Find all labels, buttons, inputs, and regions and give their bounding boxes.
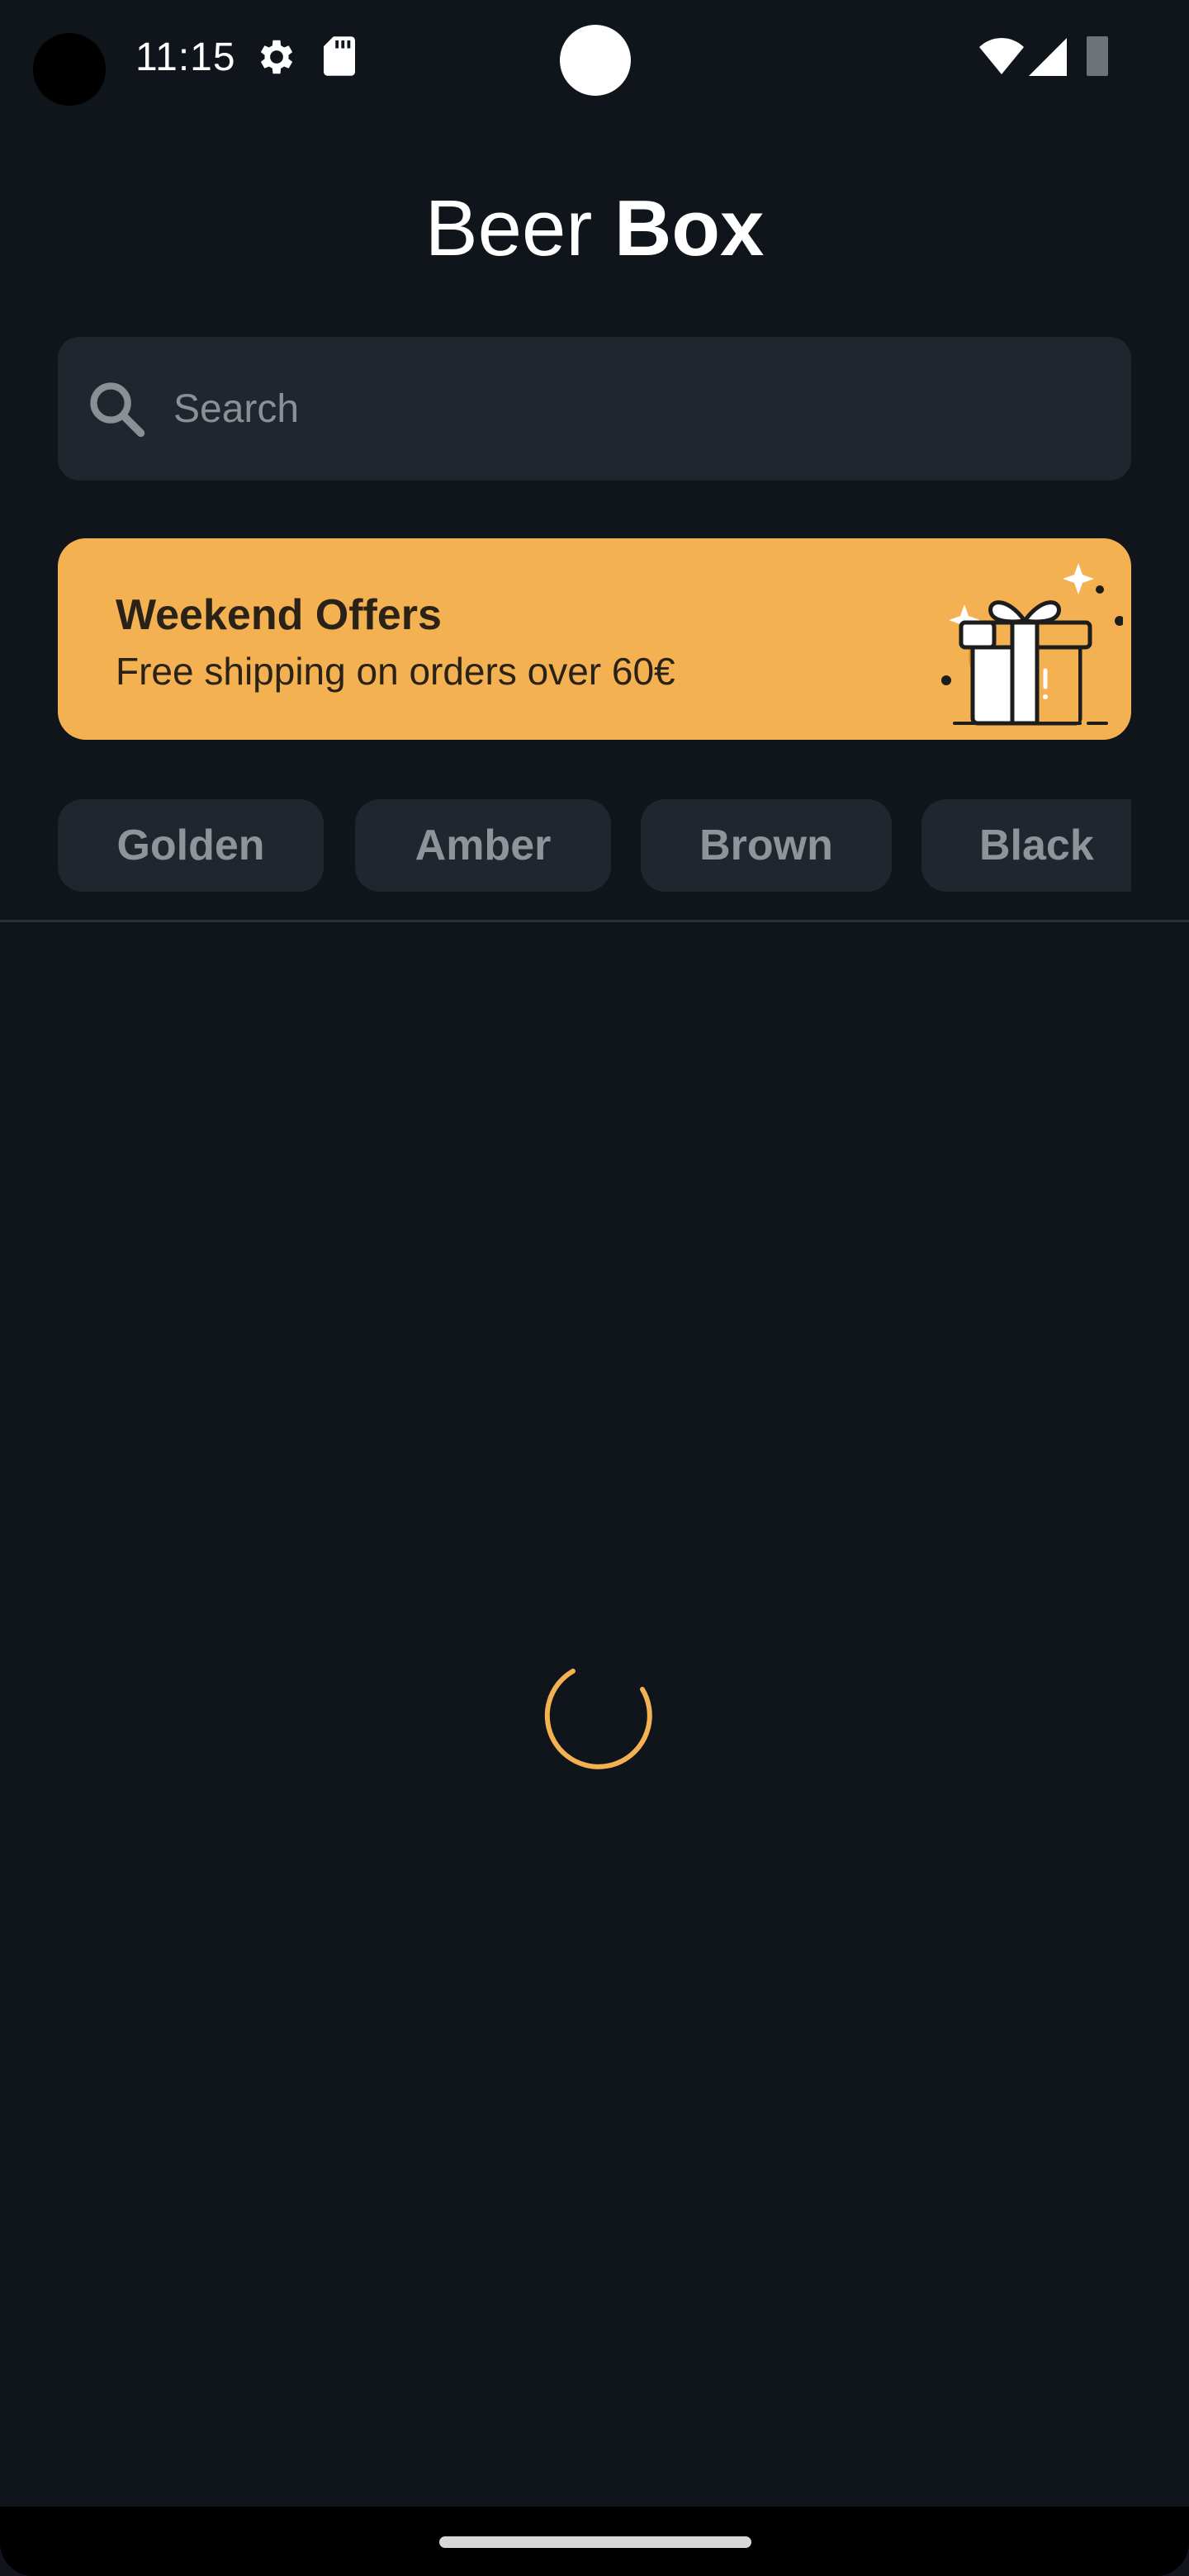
search-bar[interactable] <box>58 337 1131 481</box>
center-indicator-dot <box>560 25 631 96</box>
filter-chip-row: Golden Amber Brown Black <box>58 799 1131 892</box>
system-navigation-bar <box>0 2507 1189 2576</box>
app-title-bold: Box <box>614 184 765 272</box>
front-camera <box>33 33 106 106</box>
offer-title: Weekend Offers <box>116 591 442 639</box>
search-input[interactable] <box>173 372 1098 446</box>
loading-spinner <box>544 1669 652 1769</box>
cell-signal-icon <box>1029 38 1067 76</box>
home-indicator[interactable] <box>439 2536 751 2548</box>
sd-card-icon <box>324 36 355 76</box>
status-time: 11:15 <box>135 36 236 79</box>
settings-icon <box>260 40 293 74</box>
header-divider <box>0 920 1189 922</box>
weekend-offer-banner[interactable]: Weekend Offers Free shipping on orders o… <box>58 538 1131 740</box>
search-icon <box>90 382 145 438</box>
filter-chip-golden[interactable]: Golden <box>58 799 324 892</box>
gift-icon <box>941 563 1123 726</box>
app-title: Beer Box <box>0 175 1189 282</box>
filter-chip-brown[interactable]: Brown <box>641 799 892 892</box>
filter-chip-amber[interactable]: Amber <box>355 799 611 892</box>
app-title-regular: Beer <box>424 184 593 272</box>
offer-subtitle: Free shipping on orders over 60€ <box>116 650 675 693</box>
wifi-icon <box>979 38 1024 74</box>
filter-chip-black[interactable]: Black <box>921 799 1131 892</box>
app-screen: 11:15 Beer Box Weekend Offers Free shipp… <box>0 0 1189 2576</box>
battery-icon <box>1087 36 1108 76</box>
